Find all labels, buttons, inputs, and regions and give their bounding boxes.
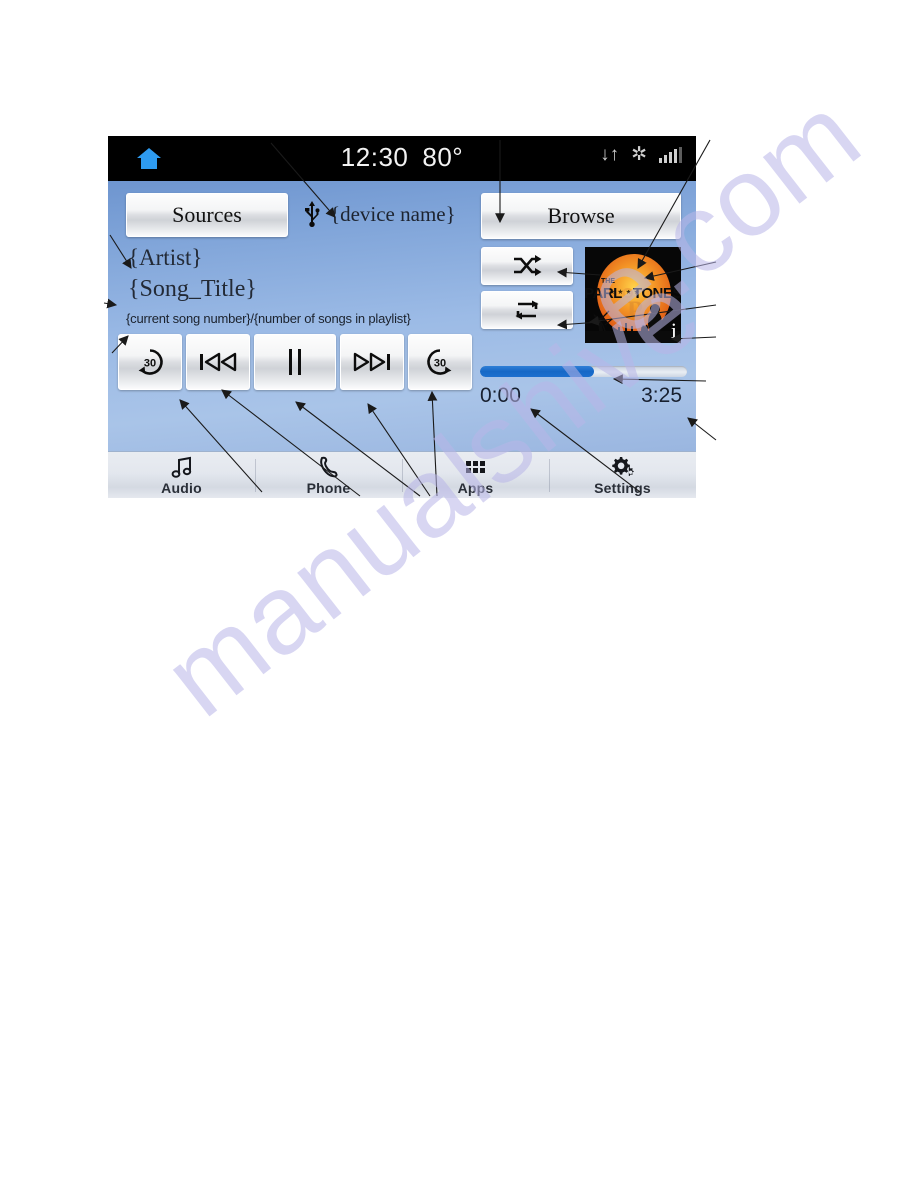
playback-progress-fill	[480, 366, 594, 377]
browse-button[interactable]: Browse	[481, 193, 681, 239]
next-track-button[interactable]	[340, 334, 404, 390]
status-icon-group: ↓↑ ✲	[600, 145, 682, 164]
nav-settings[interactable]: Settings	[549, 452, 696, 498]
nav-apps-label: Apps	[457, 479, 494, 496]
nav-settings-label: Settings	[594, 479, 651, 496]
gear-icon	[610, 456, 636, 478]
signal-bars-icon	[659, 146, 682, 163]
forward-30-button[interactable]: 30	[408, 334, 472, 390]
svg-text:P: P	[627, 296, 643, 325]
forward-30-icon: 30	[427, 349, 452, 375]
repeat-icon	[515, 300, 539, 320]
album-art[interactable]: THE ★ ★ ★ ★ PARLOTONES P i	[585, 247, 681, 343]
transport-controls: 30 30	[118, 334, 472, 390]
browse-button-label: Browse	[547, 203, 615, 228]
climate-snowflake-icon: ✲	[631, 144, 647, 165]
sources-button-label: Sources	[172, 202, 242, 227]
svg-text:THE: THE	[601, 278, 615, 285]
phone-handset-icon	[318, 456, 340, 478]
nav-audio[interactable]: Audio	[108, 452, 255, 498]
playback-progress-bar[interactable]	[480, 366, 687, 377]
status-temperature: 80°	[422, 142, 464, 172]
next-track-icon	[353, 352, 390, 372]
elapsed-time-label: 0:00	[480, 384, 521, 407]
svg-text:30: 30	[144, 358, 156, 370]
nav-audio-label: Audio	[161, 479, 202, 496]
nav-apps[interactable]: Apps	[402, 452, 549, 498]
screen-content: Sources {device name} Browse {Artist} {S…	[108, 181, 696, 451]
apps-grid-icon	[466, 456, 485, 478]
shuffle-button[interactable]	[481, 247, 573, 285]
sources-button[interactable]: Sources	[126, 193, 288, 237]
song-title-label: {Song_Title}	[128, 276, 257, 302]
rewind-30-button[interactable]: 30	[118, 334, 182, 390]
device-name-label: {device name}	[330, 201, 456, 226]
usb-device-row: {device name}	[304, 201, 456, 227]
repeat-button[interactable]	[481, 291, 573, 329]
previous-track-icon	[200, 352, 237, 372]
infotainment-screen: 12:30 80° ↓↑ ✲ Sources {device name} Brow…	[108, 136, 696, 498]
artist-label: {Artist}	[128, 245, 203, 270]
nav-phone[interactable]: Phone	[255, 452, 402, 498]
total-time-label: 3:25	[641, 384, 682, 407]
album-art-image: THE ★ ★ ★ ★ PARLOTONES P	[585, 247, 681, 343]
rewind-30-icon: 30	[138, 349, 163, 375]
svg-text:30: 30	[434, 358, 446, 370]
data-transfer-icon: ↓↑	[600, 144, 620, 165]
bottom-nav-bar: Audio Phone Apps Settings	[108, 451, 696, 498]
album-info-badge[interactable]: i	[671, 320, 677, 342]
pause-icon	[289, 349, 301, 375]
shuffle-icon	[514, 255, 542, 276]
usb-icon	[305, 201, 320, 227]
song-count-label: {current song number}/{number of songs i…	[126, 311, 411, 326]
status-bar: 12:30 80° ↓↑ ✲	[108, 136, 696, 181]
music-note-icon	[170, 456, 194, 478]
nav-phone-label: Phone	[306, 479, 351, 496]
status-time: 12:30	[340, 142, 409, 172]
pause-button[interactable]	[254, 334, 336, 390]
previous-track-button[interactable]	[186, 334, 250, 390]
